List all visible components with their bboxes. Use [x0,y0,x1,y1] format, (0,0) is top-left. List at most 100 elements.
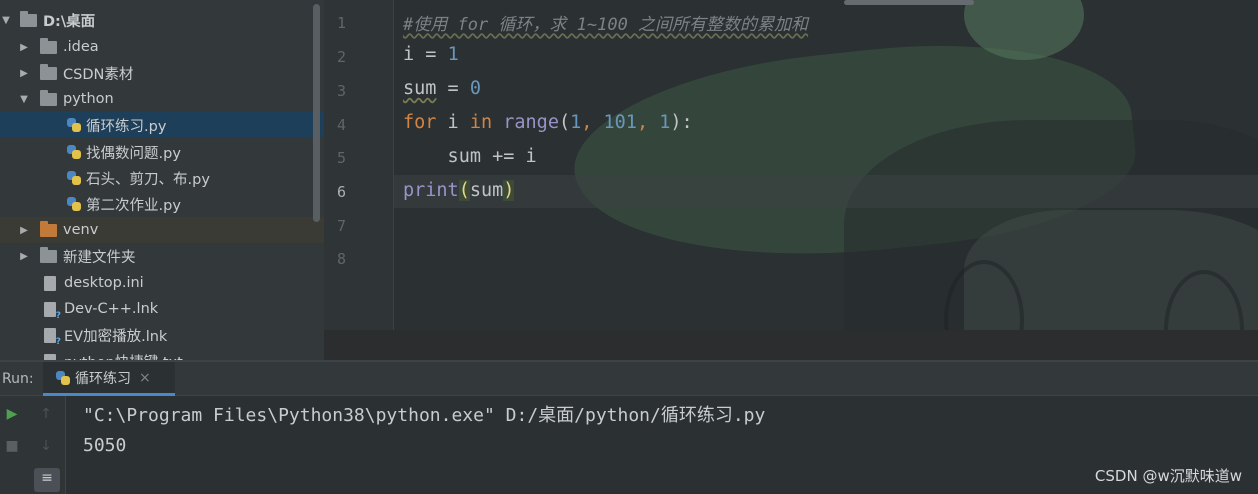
expand-icon[interactable]: ▶ [18,42,30,53]
expand-icon[interactable]: ▶ [18,251,30,262]
tree-item-csdn[interactable]: ▶ CSDN素材 [0,60,324,86]
code-line-6[interactable]: print(sum) [403,180,515,201]
code-text: = [436,78,470,99]
line-number: 8 [336,250,346,268]
code-text: i = [403,44,448,65]
python-file-icon [55,370,71,386]
tree-item-devcpp[interactable]: Dev-C++.lnk [0,296,324,322]
tree-item-label: 循环练习.py [86,118,167,135]
run-tab-label: 循环练习 [75,370,131,387]
code-text: ( [558,112,571,133]
code-comment: #使用 for 循环，求 1~100 之间所有整数的累加和 [403,15,809,35]
run-label: Run: [2,371,34,387]
code-line-5[interactable]: sum += i [403,146,537,167]
run-toolbar: Run: 循环练习 × [0,362,1258,396]
folder-icon [40,63,57,80]
tree-item-python-shortcuts[interactable]: python快捷键.txt [0,348,324,360]
code-keyword: for [403,112,437,133]
code-editor[interactable]: 1 2 3 4 5 6 7 8 #使用 for 循环，求 1~100 之间所有整… [324,0,1258,330]
tree-item-label: EV加密播放.lnk [64,328,168,345]
tree-root-label: D:\桌面 [43,13,96,30]
code-comma: , [581,112,604,133]
shortcut-file-icon [44,301,61,321]
code-text: i [436,112,470,133]
tree-item-label: CSDN素材 [63,66,134,83]
code-number: 1 [570,112,582,133]
code-line-2[interactable]: i = 1 [403,44,459,65]
expand-icon[interactable]: ▶ [18,68,30,79]
tree-item-venv[interactable]: ▶ venv [0,217,324,243]
arrow-up-icon[interactable]: ↑ [36,404,56,424]
code-line-3[interactable]: sum = 0 [403,78,481,99]
tree-item-python[interactable]: ▼ python [0,86,324,112]
tree-item-new-folder[interactable]: ▶ 新建文件夹 [0,243,324,269]
python-file-icon [66,170,82,186]
tree-item-label: 石头、剪刀、布.py [86,171,210,188]
code-line-1[interactable]: #使用 for 循环，求 1~100 之间所有整数的累加和 [403,10,808,35]
tree-scrollbar[interactable] [313,4,320,222]
tree-item-label: 找偶数问题.py [86,145,181,162]
line-number: 5 [336,149,346,167]
code-paren: ( [458,180,470,201]
code-builtin: range [503,112,559,133]
folder-icon [40,220,57,237]
code-line-4[interactable]: for i in range(1, 101, 1): [403,112,693,133]
tree-item-idea[interactable]: ▶ .idea [0,34,324,60]
tree-item-label: venv [63,222,99,238]
editor-scrollbar[interactable] [844,0,974,5]
code-paren: ) [503,180,515,201]
tree-item-ev-player[interactable]: EV加密播放.lnk [0,322,324,348]
line-number: 2 [336,48,346,66]
project-tree-panel: ▼ D:\桌面 ▶ .idea ▶ CSDN素材 ▼ python 循环练习.p… [0,0,324,360]
code-text: ): [670,112,693,133]
folder-icon [20,10,37,27]
code-number: 101 [603,112,637,133]
collapse-icon[interactable]: ▼ [0,15,12,26]
collapse-icon[interactable]: ▼ [18,94,30,105]
tree-item-desktop-ini[interactable]: desktop.ini [0,270,324,296]
expand-icon[interactable]: ▶ [18,225,30,236]
tree-root[interactable]: ▼ D:\桌面 [0,7,324,33]
console-output-line: 5050 [83,435,127,456]
code-variable: sum [403,78,437,99]
code-text: sum += i [403,146,537,167]
line-number-gutter: 1 2 3 4 5 6 7 8 [324,0,394,330]
tree-item-label: .idea [63,39,99,55]
line-number: 3 [336,82,346,100]
python-file-icon [66,196,82,212]
code-text: sum [469,180,504,201]
tree-item-find-even[interactable]: 找偶数问题.py [0,139,324,165]
run-tools: ▶ ↑ ■ ↓ ≡ [0,396,66,494]
tree-item-label: 新建文件夹 [63,249,136,266]
code-number: 0 [469,78,481,99]
code-number: 1 [659,112,671,133]
code-builtin: print [403,180,459,201]
line-number: 4 [336,116,346,134]
folder-icon [40,37,57,54]
folder-icon [40,89,57,106]
tree-item-loop-practice[interactable]: 循环练习.py [0,112,324,138]
soft-wrap-icon[interactable]: ≡ [34,468,60,492]
tree-item-label: python快捷键.txt [64,351,183,361]
line-number: 1 [336,14,346,32]
tree-item-homework2[interactable]: 第二次作业.py [0,191,324,217]
tree-item-rock-paper-scissors[interactable]: 石头、剪刀、布.py [0,165,324,191]
run-console[interactable]: ▶ ↑ ■ ↓ ≡ "C:\Program Files\Python38\pyt… [0,396,1258,494]
tree-item-label: 第二次作业.py [86,197,181,214]
python-file-icon [66,117,82,133]
code-number: 1 [447,44,459,65]
arrow-down-icon[interactable]: ↓ [36,436,56,456]
shortcut-file-icon [44,327,61,347]
tree-item-label: python [63,91,114,107]
folder-icon [40,246,57,263]
tree-item-label: desktop.ini [64,275,144,291]
run-icon[interactable]: ▶ [2,404,22,424]
tree-item-label: Dev-C++.lnk [64,301,159,317]
stop-icon[interactable]: ■ [2,436,22,456]
run-tab[interactable]: 循环练习 × [43,362,175,396]
watermark: CSDN @w沉默味道w [1094,467,1242,485]
close-icon[interactable]: × [139,370,151,386]
python-file-icon [66,144,82,160]
code-comma: , [636,112,660,133]
